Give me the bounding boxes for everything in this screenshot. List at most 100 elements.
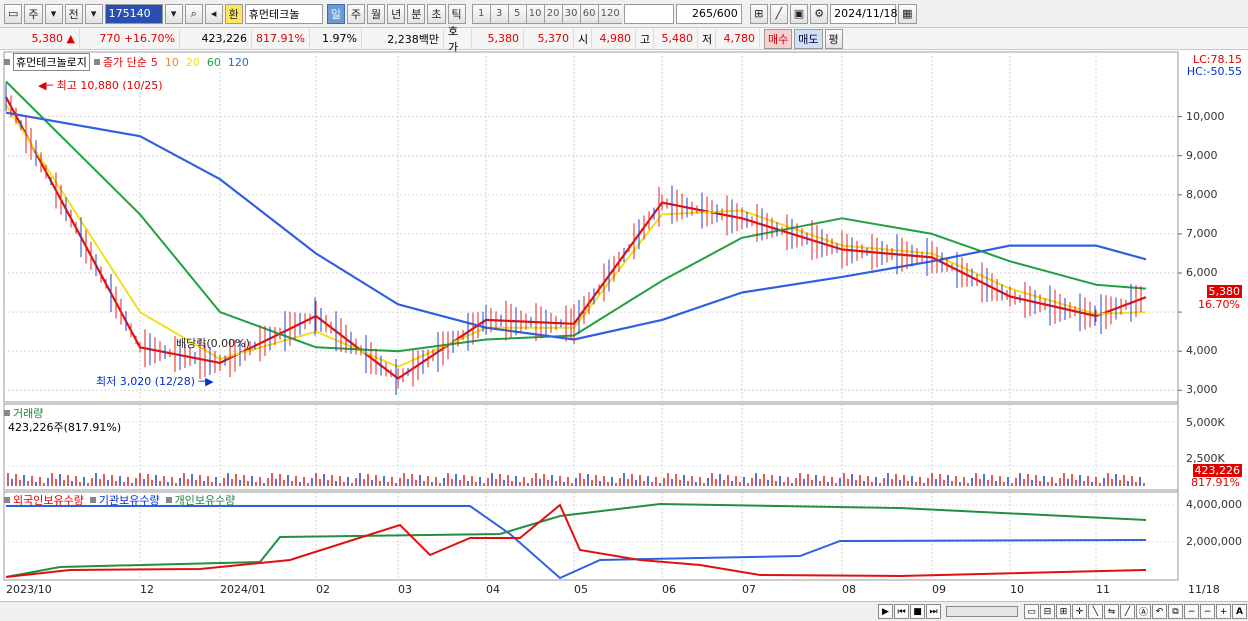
stock-code-input[interactable]: 175140 [104,3,163,24]
font-size-icon[interactable]: A [1232,604,1247,619]
buy-button[interactable]: 매수 [764,28,793,49]
price-tick: 3,000 [1186,383,1218,397]
zoom-box-icon[interactable]: ▭ [1024,604,1039,619]
holding-tick: 2,000,000 [1186,535,1242,548]
chart-area[interactable]: 휴먼테크놀로지 종가 단순 5 10 20 60 120 LC:78.15 HC:-50… [0,50,1248,601]
copy-icon[interactable]: ⧉ [1168,604,1183,619]
interval-tab-6[interactable]: 60 [579,3,598,24]
undo-icon[interactable]: ↶ [1152,604,1167,619]
candle-icon[interactable]: ⊞ [749,3,768,24]
interval-tab-7[interactable]: 120 [597,3,622,24]
first-page-icon[interactable]: ⏮ [894,604,909,619]
count-input[interactable]: 265/600 [675,3,742,24]
ma-period-5[interactable]: 5 [151,56,158,69]
change-value: 770 [99,32,121,45]
interval-tab-5[interactable]: 30 [561,3,580,24]
high-note: ◀─ 최고 10,880 (10/25) [38,79,163,92]
low-note: 최저 3,020 (12/28) ─▶ [96,375,214,388]
chevron-down-icon[interactable]: ▾ [84,3,103,24]
interval-tabs: 1 3 5 10 20 30 60 120 [471,3,622,24]
legend-square-icon [4,59,10,65]
chart-type-icon[interactable]: ▭ [4,3,23,24]
scroll-bar: ▶ ⏮ ■ ⏭ ▭ ⊟ ⊞ ✛ ╲ ⇋ ╱ Ⓐ ↶ ⧉ − − + A [0,601,1248,621]
save-icon[interactable]: ▣ [789,3,809,24]
text-icon[interactable]: Ⓐ [1136,604,1151,619]
holding-legend: 외국인보유수량 기관보유수량 개인보유수량 [4,492,235,508]
x-label: 03 [398,583,412,596]
count-value: 265 [692,7,714,20]
x-label: 05 [574,583,588,596]
grid-icon[interactable]: ⊞ [1056,604,1071,619]
toolbar: ▭ 주 ▾ 전 ▾ 175140 ▾ ⌕ ◂ 환 휴먼테크놀 일주월년분초틱 1… [0,0,1248,28]
speaker-icon[interactable]: ◂ [204,3,223,24]
hoga-label: 호가 [444,25,472,54]
holding-series-institution[interactable]: 기관보유수량 [99,492,160,508]
chevron-down-icon[interactable]: ▾ [164,3,183,24]
gear-icon[interactable]: ⚙ [810,3,829,24]
period-tab-4[interactable]: 분 [407,3,426,24]
crosshair-icon[interactable]: ✛ [1072,604,1087,619]
period-tab-0[interactable]: 일 [326,3,345,24]
interval-custom-input[interactable] [623,3,674,24]
period-tab-3[interactable]: 년 [387,3,406,24]
layout-icon[interactable]: ⊟ [1040,604,1055,619]
legend-square-icon [4,497,10,503]
price-tick: 8,000 [1186,187,1218,201]
chart-canvas[interactable] [0,50,1248,601]
count-total: /600 [713,7,738,20]
period-tab-6[interactable]: 틱 [447,3,466,24]
interval-tab-0[interactable]: 1 [471,3,490,24]
trend-line-icon[interactable]: ╲ [1088,604,1103,619]
interval-tab-2[interactable]: 5 [507,3,526,24]
interval-tab-3[interactable]: 10 [525,3,544,24]
period-tab-5[interactable]: 초 [427,3,446,24]
up-arrow-icon: ▲ [66,32,75,45]
stop-icon[interactable]: ■ [910,604,925,619]
ma-period-20[interactable]: 20 [186,56,200,69]
period-tab-1[interactable]: 주 [346,3,366,24]
mode-select[interactable]: 전 [64,3,83,24]
quote-volume: 423,226 [180,27,252,50]
ask-price: 5,380 [472,27,524,50]
ma-period-60[interactable]: 60 [207,56,221,69]
market-select[interactable]: 주 [24,3,43,24]
ma-period-120[interactable]: 120 [228,56,249,69]
eval-button[interactable]: 평 [824,28,843,49]
bid-price: 5,370 [524,27,574,50]
date-input[interactable]: 2024/11/18 [830,3,898,24]
zoom-in-icon[interactable]: + [1216,604,1231,619]
low-label: 저 [698,27,716,50]
hc-value: HC:-50.55 [1186,65,1242,78]
x-label: 09 [932,583,946,596]
draw-line-icon[interactable]: ╱ [769,3,788,24]
price-legend-name[interactable]: 휴먼테크놀로지 [13,53,90,71]
scroll-slider[interactable] [946,606,1018,617]
interval-tab-4[interactable]: 20 [543,3,562,24]
stock-name-field: 휴먼테크놀 [244,3,323,24]
ma-label[interactable]: 종가 단순 [103,54,147,70]
sell-button[interactable]: 매도 [794,28,823,49]
search-icon[interactable]: ⌕ [184,3,203,24]
x-label: 06 [662,583,676,596]
interval-tab-1[interactable]: 3 [489,3,508,24]
price-tick: 10,000 [1186,109,1225,123]
chevron-down-icon[interactable]: ▾ [44,3,63,24]
exchange-badge[interactable]: 환 [224,3,243,24]
last-page-icon[interactable]: ⏭ [926,604,941,619]
open-price: 4,980 [592,27,636,50]
fibo-icon[interactable]: ╱ [1120,604,1135,619]
holding-tick: 4,000,000 [1186,498,1242,511]
holding-series-individual[interactable]: 개인보유수량 [175,492,236,508]
scroll-right-icon[interactable]: ▶ [878,604,893,619]
channel-icon[interactable]: ⇋ [1104,604,1119,619]
x-label: 11 [1096,583,1110,596]
ma-period-10[interactable]: 10 [165,56,179,69]
change-pct: +16.70% [123,32,175,45]
holding-series-foreign[interactable]: 외국인보유수량 [13,492,84,508]
zoom-reset-icon[interactable]: − [1200,604,1215,619]
period-tab-2[interactable]: 월 [367,3,386,24]
volume-tick: 5,000K [1186,416,1225,429]
calendar-icon[interactable]: ▦ [898,3,917,24]
zoom-out-icon[interactable]: − [1184,604,1199,619]
quote-bar: 5,380 ▲ 770 +16.70% 423,226 817.91% 1.97… [0,25,1248,54]
